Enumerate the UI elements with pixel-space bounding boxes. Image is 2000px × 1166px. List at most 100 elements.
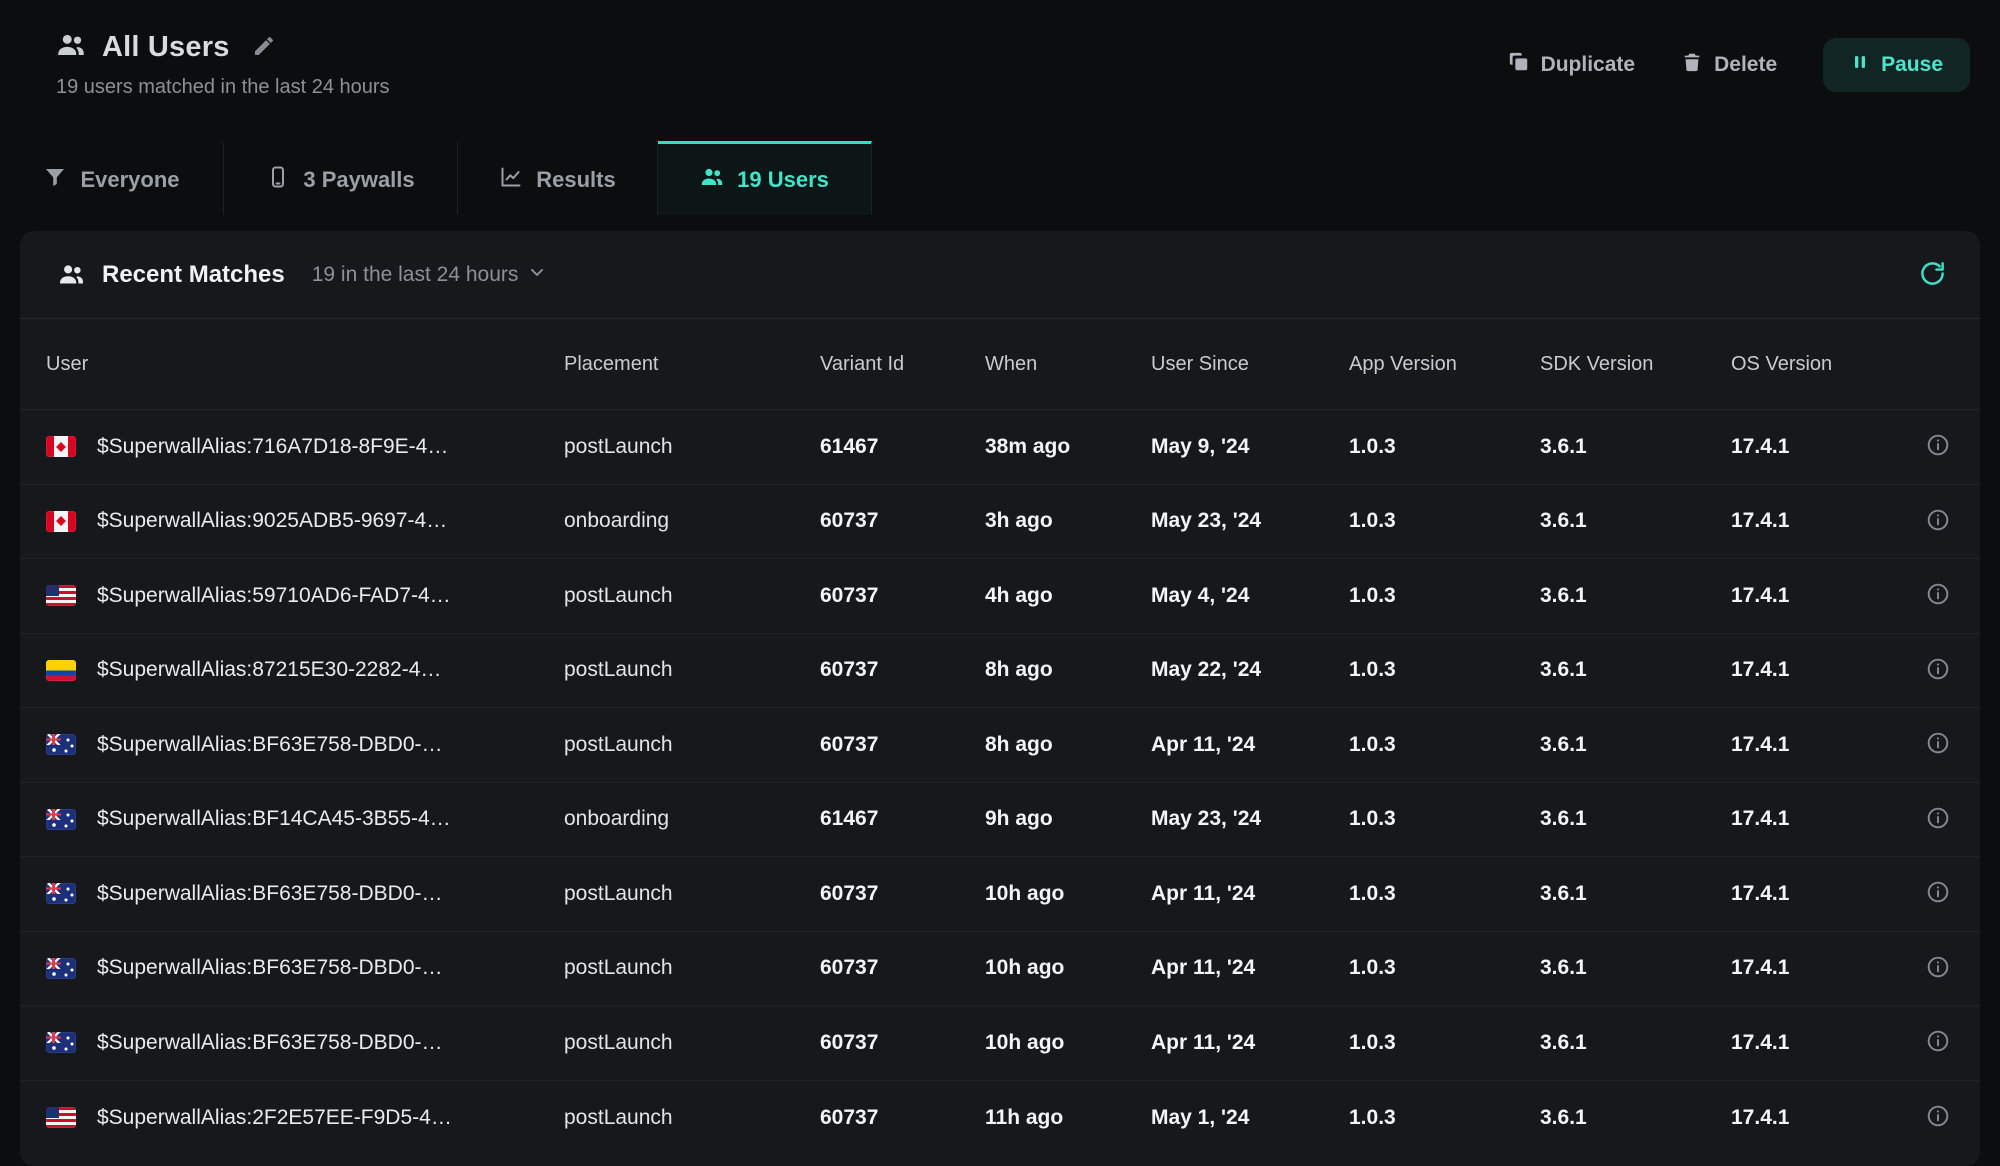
- tab-paywalls[interactable]: 3 Paywalls: [224, 141, 458, 215]
- table-row[interactable]: $SuperwallAlias:BF63E758-DBD0-… postLaun…: [20, 1006, 1980, 1081]
- cell-user-since: Apr 11, '24: [1151, 956, 1349, 980]
- column-header-os-version: OS Version: [1731, 353, 1921, 376]
- tab-everyone[interactable]: Everyone: [0, 141, 224, 215]
- cell-sdk-version: 3.6.1: [1540, 435, 1731, 459]
- user-alias: $SuperwallAlias:BF63E758-DBD0-…: [97, 956, 443, 980]
- info-button[interactable]: [1925, 805, 1951, 834]
- cell-placement: postLaunch: [564, 584, 820, 608]
- cell-app-version: 1.0.3: [1349, 1031, 1540, 1055]
- table-row[interactable]: $SuperwallAlias:87215E30-2282-4… postLau…: [20, 634, 1980, 709]
- user-alias: $SuperwallAlias:87215E30-2282-4…: [97, 658, 441, 682]
- cell-sdk-version: 3.6.1: [1540, 1106, 1731, 1130]
- card-header: Recent Matches 19 in the last 24 hours: [20, 231, 1980, 319]
- cell-os-version: 17.4.1: [1731, 509, 1921, 533]
- tab-label: Results: [536, 167, 615, 193]
- country-flag-icon: [46, 511, 76, 532]
- country-flag-icon: [46, 958, 76, 979]
- info-icon: [1925, 656, 1951, 685]
- refresh-button[interactable]: [1919, 260, 1946, 290]
- table-header-row: User Placement Variant Id When User Sinc…: [20, 319, 1980, 410]
- cell-os-version: 17.4.1: [1731, 956, 1921, 980]
- country-flag-icon: [46, 809, 76, 830]
- info-button[interactable]: [1925, 954, 1951, 983]
- table-row[interactable]: $SuperwallAlias:716A7D18-8F9E-4… postLau…: [20, 410, 1980, 485]
- tab-label: 19 Users: [737, 167, 829, 193]
- filter-icon: [43, 165, 67, 195]
- cell-actions: [1921, 1103, 1954, 1132]
- cell-user-since: May 1, '24: [1151, 1106, 1349, 1130]
- edit-title-button[interactable]: [252, 34, 276, 61]
- cell-when: 3h ago: [985, 509, 1151, 533]
- cell-variant-id: 60737: [820, 1031, 985, 1055]
- tab-results[interactable]: Results: [458, 141, 658, 215]
- cell-placement: onboarding: [564, 509, 820, 533]
- cell-app-version: 1.0.3: [1349, 882, 1540, 906]
- cell-sdk-version: 3.6.1: [1540, 584, 1731, 608]
- info-button[interactable]: [1925, 1028, 1951, 1057]
- page-header: All Users 19 users matched in the last 2…: [0, 0, 2000, 141]
- user-alias: $SuperwallAlias:BF63E758-DBD0-…: [97, 733, 443, 757]
- time-range-dropdown[interactable]: 19 in the last 24 hours: [306, 261, 554, 289]
- user-alias: $SuperwallAlias:2F2E57EE-F9D5-4…: [97, 1106, 452, 1130]
- cell-os-version: 17.4.1: [1731, 658, 1921, 682]
- info-button[interactable]: [1925, 507, 1951, 536]
- cell-user: $SuperwallAlias:BF14CA45-3B55-4…: [46, 807, 564, 831]
- cell-os-version: 17.4.1: [1731, 1106, 1921, 1130]
- cell-variant-id: 60737: [820, 509, 985, 533]
- cell-when: 4h ago: [985, 584, 1151, 608]
- info-button[interactable]: [1925, 730, 1951, 759]
- cell-user-since: May 23, '24: [1151, 509, 1349, 533]
- pencil-icon: [252, 34, 276, 61]
- duplicate-label: Duplicate: [1541, 53, 1636, 77]
- table-row[interactable]: $SuperwallAlias:BF14CA45-3B55-4… onboard…: [20, 783, 1980, 858]
- cell-when: 8h ago: [985, 658, 1151, 682]
- duplicate-button[interactable]: Duplicate: [1508, 51, 1636, 79]
- country-flag-icon: [46, 660, 76, 681]
- cell-actions: [1921, 656, 1954, 685]
- table-row[interactable]: $SuperwallAlias:BF63E758-DBD0-… postLaun…: [20, 857, 1980, 932]
- cell-user: $SuperwallAlias:BF63E758-DBD0-…: [46, 733, 564, 757]
- cell-variant-id: 60737: [820, 733, 985, 757]
- table-row[interactable]: $SuperwallAlias:2F2E57EE-F9D5-4… postLau…: [20, 1081, 1980, 1156]
- cell-app-version: 1.0.3: [1349, 807, 1540, 831]
- duplicate-icon: [1508, 51, 1530, 79]
- table-row[interactable]: $SuperwallAlias:59710AD6-FAD7-4… postLau…: [20, 559, 1980, 634]
- column-header-placement: Placement: [564, 353, 820, 376]
- info-button[interactable]: [1925, 1103, 1951, 1132]
- chevron-down-icon: [527, 262, 547, 288]
- cell-user: $SuperwallAlias:9025ADB5-9697-4…: [46, 509, 564, 533]
- info-button[interactable]: [1925, 432, 1951, 461]
- country-flag-icon: [46, 734, 76, 755]
- user-alias: $SuperwallAlias:BF14CA45-3B55-4…: [97, 807, 451, 831]
- users-icon: [58, 261, 85, 288]
- info-button[interactable]: [1925, 581, 1951, 610]
- info-icon: [1925, 730, 1951, 759]
- table-row[interactable]: $SuperwallAlias:BF63E758-DBD0-… postLaun…: [20, 708, 1980, 783]
- info-button[interactable]: [1925, 656, 1951, 685]
- cell-user-since: May 23, '24: [1151, 807, 1349, 831]
- info-button[interactable]: [1925, 879, 1951, 908]
- cell-actions: [1921, 507, 1954, 536]
- pause-button[interactable]: Pause: [1823, 38, 1970, 92]
- cell-variant-id: 61467: [820, 435, 985, 459]
- refresh-icon: [1919, 260, 1946, 290]
- tab-label: 3 Paywalls: [303, 167, 414, 193]
- info-icon: [1925, 805, 1951, 834]
- cell-user-since: Apr 11, '24: [1151, 882, 1349, 906]
- tab-users[interactable]: 19 Users: [658, 141, 872, 215]
- cell-variant-id: 61467: [820, 807, 985, 831]
- table-row[interactable]: $SuperwallAlias:9025ADB5-9697-4… onboard…: [20, 485, 1980, 560]
- cell-actions: [1921, 954, 1954, 983]
- user-alias: $SuperwallAlias:716A7D18-8F9E-4…: [97, 435, 448, 459]
- cell-app-version: 1.0.3: [1349, 584, 1540, 608]
- recent-matches-table: User Placement Variant Id When User Sinc…: [20, 319, 1980, 1155]
- page-title: All Users: [102, 31, 230, 64]
- cell-when: 11h ago: [985, 1106, 1151, 1130]
- cell-sdk-version: 3.6.1: [1540, 733, 1731, 757]
- cell-sdk-version: 3.6.1: [1540, 807, 1731, 831]
- table-row[interactable]: $SuperwallAlias:BF63E758-DBD0-… postLaun…: [20, 932, 1980, 1007]
- campaign-page: All Users 19 users matched in the last 2…: [0, 0, 2000, 1166]
- delete-button[interactable]: Delete: [1681, 51, 1777, 79]
- cell-variant-id: 60737: [820, 658, 985, 682]
- cell-user: $SuperwallAlias:59710AD6-FAD7-4…: [46, 584, 564, 608]
